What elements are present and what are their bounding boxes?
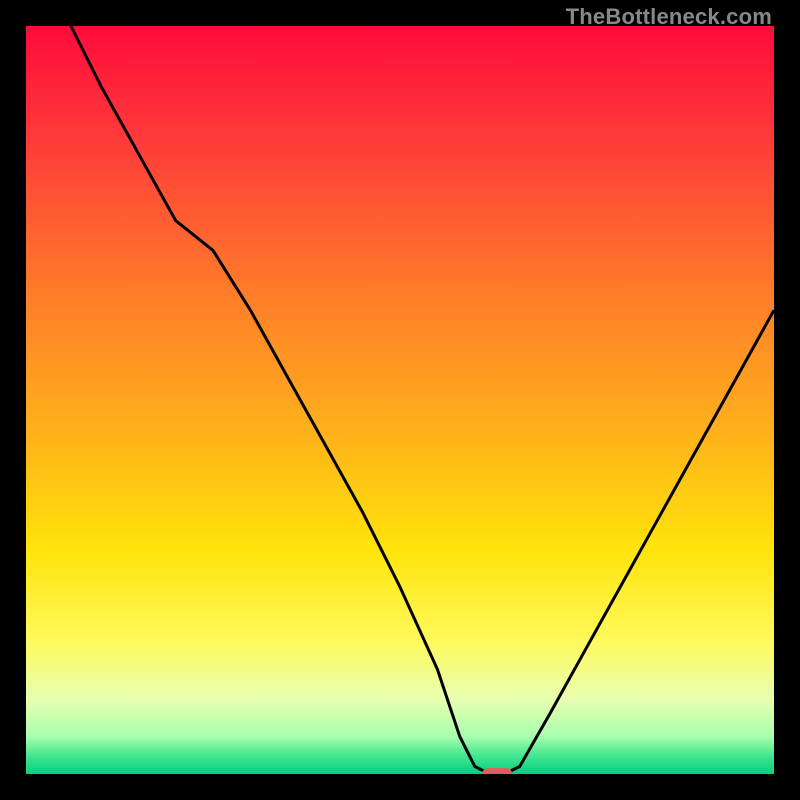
bottleneck-chart <box>26 26 774 774</box>
optimal-marker <box>482 768 512 774</box>
gradient-background <box>26 26 774 774</box>
chart-frame: TheBottleneck.com <box>0 0 800 800</box>
plot-area <box>26 26 774 774</box>
